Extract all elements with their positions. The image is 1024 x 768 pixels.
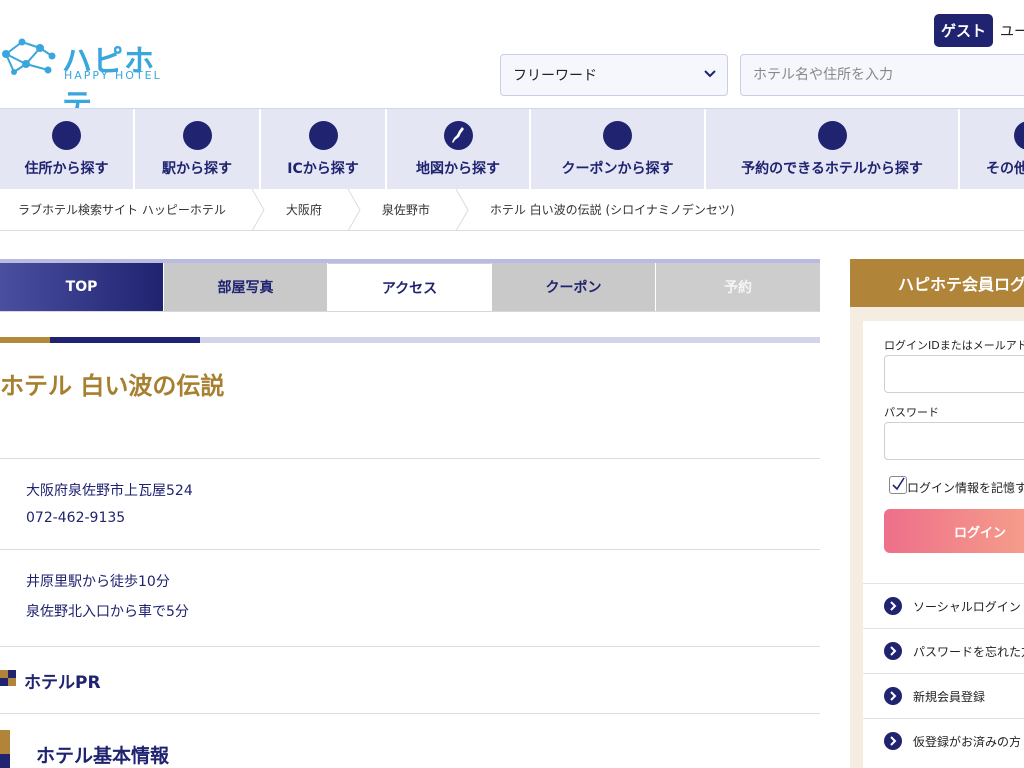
nav-item-map[interactable]: 地図から探す <box>387 109 531 190</box>
remember-checkbox[interactable] <box>889 476 907 494</box>
breadcrumb: ラブホテル検索サイト ハッピーホテル 大阪府 泉佐野市 ホテル 白い波の伝説 (… <box>0 188 1024 231</box>
chevron-down-icon <box>704 70 716 78</box>
checkmark-icon <box>892 477 905 491</box>
more-icon <box>1014 121 1024 150</box>
remember-label: ログイン情報を記憶す <box>907 481 1024 495</box>
hotel-phone[interactable]: 072-462-9135 <box>26 510 125 526</box>
reservation-icon <box>817 121 847 150</box>
train-icon <box>182 121 212 150</box>
login-button[interactable]: ログイン <box>884 509 1024 553</box>
search-type-value: フリーワード <box>513 68 597 84</box>
breadcrumb-separator-icon <box>347 188 361 231</box>
tab-coupon[interactable]: クーポン <box>492 263 656 311</box>
nav-label: 住所から探す <box>24 161 109 177</box>
login-panel-title: ハピホテ会員ログ <box>850 259 1024 307</box>
section-marker-bar <box>0 730 10 768</box>
divider <box>0 549 820 550</box>
hotel-tabs: TOP 部屋写真 アクセス クーポン 予約 <box>0 263 820 311</box>
section-accent-bar <box>0 337 820 343</box>
password-label: パスワード <box>884 406 939 419</box>
nav-label: 予約のできるホテルから探す <box>741 161 923 177</box>
hotel-pr-heading: ホテルPR <box>24 673 101 693</box>
logo-text-en: HAPPY HOTEL <box>64 69 162 82</box>
hotel-address: 大阪府泉佐野市上瓦屋524 <box>26 483 193 499</box>
login-panel: ハピホテ会員ログ ログインIDまたはメールアドレ パスワード ログイン情報を記憶… <box>850 259 1024 768</box>
nav-label: 地図から探す <box>416 161 500 177</box>
nav-label: その他 <box>986 161 1024 177</box>
divider <box>0 458 820 459</box>
breadcrumb-item[interactable]: 大阪府 <box>268 189 346 231</box>
search-input[interactable] <box>740 54 1024 96</box>
basic-info-heading: ホテル基本情報 <box>36 745 170 767</box>
provisional-registration-link[interactable]: 仮登録がお済みの方 <box>863 718 1024 763</box>
access-highway: 泉佐野北入口から車で5分 <box>26 604 189 620</box>
guest-button[interactable]: ゲスト <box>934 14 993 47</box>
breadcrumb-item[interactable]: 泉佐野市 <box>364 189 454 231</box>
highway-icon <box>308 121 338 150</box>
login-form: ログインIDまたはメールアドレ パスワード ログイン情報を記憶す ログイン ソー… <box>863 321 1024 768</box>
divider <box>0 713 820 714</box>
nav-label: 駅から探す <box>162 161 232 177</box>
nav-item-reservation[interactable]: 予約のできるホテルから探す <box>706 109 960 190</box>
user-link[interactable]: ユー <box>1000 21 1024 41</box>
login-id-field[interactable] <box>884 355 1024 393</box>
divider <box>0 646 820 647</box>
tab-top[interactable]: TOP <box>0 263 164 311</box>
breadcrumb-current: ホテル 白い波の伝説 (シロイナミノデンセツ) <box>489 203 735 217</box>
tab-access[interactable]: アクセス <box>328 263 492 311</box>
nav-label: ICから探す <box>287 161 359 177</box>
nav-item-ic[interactable]: ICから探す <box>261 109 387 190</box>
tab-reservation: 予約 <box>656 263 820 311</box>
japan-map-icon <box>443 121 473 150</box>
chevron-right-icon <box>884 687 902 705</box>
access-station: 井原里駅から徒歩10分 <box>26 574 170 590</box>
forgot-password-link[interactable]: パスワードを忘れた方 <box>863 628 1024 673</box>
nav-item-other[interactable]: その他 <box>960 109 1024 190</box>
chevron-right-icon <box>884 732 902 750</box>
register-link[interactable]: 新規会員登録 <box>863 673 1024 718</box>
tabs-underline <box>0 311 820 312</box>
logo[interactable]: ハピホテ HAPPY HOTEL <box>0 34 175 123</box>
tab-room-photos[interactable]: 部屋写真 <box>164 263 328 311</box>
breadcrumb-separator-icon <box>251 188 265 231</box>
search-nav: 住所から探す 駅から探す ICから探す 地図から探す クーポンから探す 予約ので… <box>0 108 1024 190</box>
nav-item-station[interactable]: 駅から探す <box>135 109 261 190</box>
coupon-icon <box>603 121 632 150</box>
logo-network-icon <box>2 38 56 75</box>
nav-item-coupon[interactable]: クーポンから探す <box>531 109 706 190</box>
chevron-right-icon <box>884 642 902 660</box>
nav-label: クーポンから探す <box>561 161 674 177</box>
breadcrumb-item[interactable]: ラブホテル検索サイト ハッピーホテル <box>0 189 250 231</box>
login-id-label: ログインIDまたはメールアドレ <box>884 339 1024 352</box>
location-icon <box>52 121 81 150</box>
social-login-link[interactable]: ソーシャルログイン <box>863 583 1024 628</box>
breadcrumb-separator-icon <box>455 188 469 231</box>
password-field[interactable] <box>884 422 1024 460</box>
nav-item-address[interactable]: 住所から探す <box>0 109 135 190</box>
chevron-right-icon <box>884 597 902 615</box>
hotel-name: ホテル 白い波の伝説 <box>0 372 225 400</box>
section-marker-icon <box>0 670 16 686</box>
site-header: ハピホテ HAPPY HOTEL ゲスト ユー フリーワード <box>0 0 1024 123</box>
search-type-select[interactable]: フリーワード <box>500 54 728 96</box>
